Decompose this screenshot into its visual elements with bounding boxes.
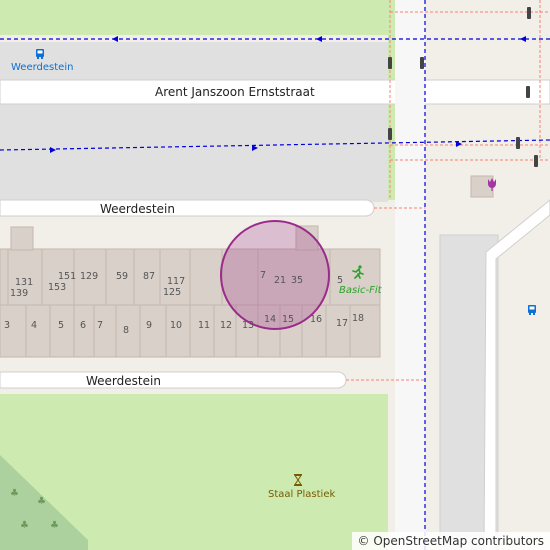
tree-icon: ♣	[10, 488, 19, 499]
bus-stop-label[interactable]: Weerdestein	[11, 62, 73, 73]
parking-area-north	[0, 42, 388, 80]
tree-icon: ♣	[50, 520, 59, 531]
house-number: 11	[198, 320, 211, 331]
house-number: 4	[31, 320, 38, 331]
flower-shop-icon[interactable]	[486, 177, 498, 191]
bus-stop-icon[interactable]	[35, 48, 45, 60]
grass-area-north	[0, 0, 390, 35]
house-number: 5	[58, 320, 65, 331]
parking-area-middle	[0, 104, 388, 202]
house-number: 6	[80, 320, 87, 331]
tree-icon: ♣	[37, 496, 46, 507]
house-number: 16	[310, 314, 323, 325]
house-number: 139	[10, 288, 29, 299]
house-number: 9	[146, 320, 153, 331]
house-number: 17	[336, 318, 349, 329]
house-number: 18	[352, 313, 365, 324]
house-number: 117	[167, 276, 186, 287]
hourglass-shop-icon[interactable]	[293, 474, 303, 486]
house-number: 153	[48, 282, 67, 293]
house-number: 35	[291, 275, 304, 286]
street-label-arent: Arent Janszoon Ernststraat	[155, 85, 315, 99]
house-number: 131	[15, 277, 34, 288]
building-annex-1	[10, 226, 34, 251]
house-number: 59	[116, 271, 129, 282]
map-attribution[interactable]: © OpenStreetMap contributors	[351, 532, 550, 550]
bus-stop-icon-east[interactable]	[527, 304, 537, 316]
house-number: 15	[282, 314, 295, 325]
house-number: 12	[220, 320, 233, 331]
house-number: 151	[58, 271, 77, 282]
street-label-weerdestein-north: Weerdestein	[100, 202, 175, 216]
house-number: 3	[4, 320, 11, 331]
house-number: 87	[143, 271, 156, 282]
house-number: 8	[123, 325, 130, 336]
house-number: 13	[242, 320, 255, 331]
house-number: 10	[170, 320, 183, 331]
house-number: 14	[264, 314, 277, 325]
house-number: 129	[80, 271, 99, 282]
road-weerdestein-north	[0, 199, 375, 217]
road-east	[395, 0, 425, 550]
house-number: 7	[97, 320, 104, 331]
fitness-runner-icon[interactable]	[351, 265, 365, 279]
house-number: 125	[163, 287, 182, 298]
street-label-weerdestein-south: Weerdestein	[86, 374, 161, 388]
house-number: 21	[274, 275, 287, 286]
shop-label[interactable]: Staal Plastiek	[268, 489, 335, 500]
tree-icon: ♣	[20, 520, 29, 531]
road-weerdestein-south	[0, 371, 347, 389]
gym-label[interactable]: Basic-Fit	[339, 285, 382, 296]
house-number: 7	[260, 270, 267, 281]
map-canvas[interactable]: Weerdestein Arent Janszoon Ernststraat W…	[0, 0, 550, 550]
